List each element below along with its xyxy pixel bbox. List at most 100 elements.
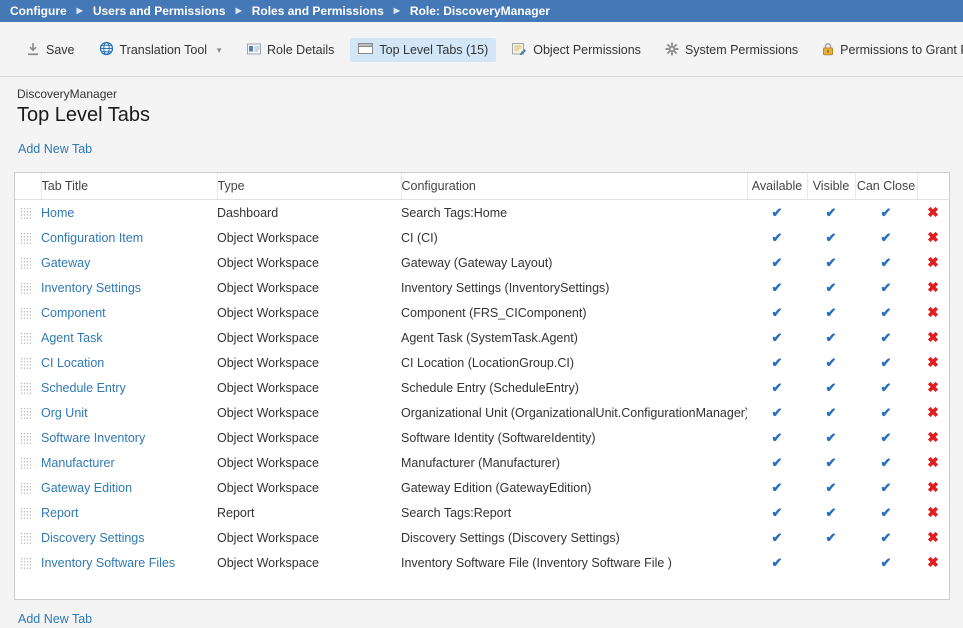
tab-title-link[interactable]: Report — [41, 506, 79, 520]
delete-icon[interactable]: ✖ — [927, 204, 939, 220]
can-close-check-icon[interactable]: ✔ — [881, 330, 892, 345]
can-close-check-icon[interactable]: ✔ — [881, 405, 892, 420]
can-close-check-icon[interactable]: ✔ — [881, 430, 892, 445]
drag-handle-icon[interactable] — [20, 532, 31, 545]
drag-handle-icon[interactable] — [20, 457, 31, 470]
save-button[interactable]: Save — [18, 37, 83, 64]
tab-title-link[interactable]: Home — [41, 206, 74, 220]
drag-handle-icon[interactable] — [20, 282, 31, 295]
drag-handle-icon[interactable] — [20, 482, 31, 495]
visible-check-icon[interactable]: ✔ — [826, 380, 837, 395]
visible-check-icon[interactable]: ✔ — [826, 355, 837, 370]
tab-permissions-to-grant-roles[interactable]: Permissions to Grant Roles — [814, 37, 963, 64]
can-close-check-icon[interactable]: ✔ — [881, 530, 892, 545]
can-close-check-icon[interactable]: ✔ — [881, 255, 892, 270]
visible-check-icon[interactable]: ✔ — [826, 530, 837, 545]
drag-handle-icon[interactable] — [20, 207, 31, 220]
can-close-check-icon[interactable]: ✔ — [881, 305, 892, 320]
tab-title-link[interactable]: CI Location — [41, 356, 104, 370]
delete-icon[interactable]: ✖ — [927, 229, 939, 245]
can-close-check-icon[interactable]: ✔ — [881, 505, 892, 520]
visible-check-icon[interactable]: ✔ — [826, 505, 837, 520]
visible-check-icon[interactable]: ✔ — [826, 205, 837, 220]
drag-handle-icon[interactable] — [20, 357, 31, 370]
can-close-check-icon[interactable]: ✔ — [881, 280, 892, 295]
visible-check-icon[interactable]: ✔ — [826, 480, 837, 495]
delete-icon[interactable]: ✖ — [927, 479, 939, 495]
delete-icon[interactable]: ✖ — [927, 554, 939, 570]
available-check-icon[interactable]: ✔ — [772, 530, 783, 545]
available-check-icon[interactable]: ✔ — [772, 280, 783, 295]
delete-icon[interactable]: ✖ — [927, 529, 939, 545]
add-new-tab-link-top[interactable]: Add New Tab — [18, 142, 92, 156]
tab-title-link[interactable]: Inventory Settings — [41, 281, 141, 295]
can-close-check-icon[interactable]: ✔ — [881, 380, 892, 395]
available-check-icon[interactable]: ✔ — [772, 330, 783, 345]
can-close-check-icon[interactable]: ✔ — [881, 480, 892, 495]
tab-title-link[interactable]: Manufacturer — [41, 456, 115, 470]
drag-handle-icon[interactable] — [20, 407, 31, 420]
can-close-check-icon[interactable]: ✔ — [881, 205, 892, 220]
visible-check-icon[interactable]: ✔ — [826, 305, 837, 320]
delete-icon[interactable]: ✖ — [927, 379, 939, 395]
visible-check-icon[interactable]: ✔ — [826, 280, 837, 295]
delete-icon[interactable]: ✖ — [927, 254, 939, 270]
can-close-check-icon[interactable]: ✔ — [881, 555, 892, 570]
available-check-icon[interactable]: ✔ — [772, 355, 783, 370]
tab-title-link[interactable]: Component — [41, 306, 106, 320]
tab-title-link[interactable]: Agent Task — [41, 331, 103, 345]
breadcrumb-item-configure[interactable]: Configure — [10, 4, 67, 18]
available-check-icon[interactable]: ✔ — [772, 255, 783, 270]
tab-title-link[interactable]: Gateway — [41, 256, 90, 270]
delete-icon[interactable]: ✖ — [927, 454, 939, 470]
translation-tool-dropdown[interactable]: Translation Tool ▼ — [91, 36, 231, 64]
breadcrumb-item-users-and-permissions[interactable]: Users and Permissions — [93, 4, 226, 18]
visible-check-icon[interactable]: ✔ — [826, 405, 837, 420]
delete-icon[interactable]: ✖ — [927, 504, 939, 520]
tab-title-link[interactable]: Discovery Settings — [41, 531, 145, 545]
tab-title-link[interactable]: Inventory Software Files — [41, 556, 175, 570]
tab-object-permissions[interactable]: Object Permissions — [504, 37, 649, 63]
available-check-icon[interactable]: ✔ — [772, 205, 783, 220]
tab-title-link[interactable]: Schedule Entry — [41, 381, 126, 395]
delete-icon[interactable]: ✖ — [927, 354, 939, 370]
available-check-icon[interactable]: ✔ — [772, 305, 783, 320]
available-check-icon[interactable]: ✔ — [772, 430, 783, 445]
available-check-icon[interactable]: ✔ — [772, 405, 783, 420]
can-close-check-icon[interactable]: ✔ — [881, 455, 892, 470]
delete-icon[interactable]: ✖ — [927, 279, 939, 295]
visible-check-icon[interactable]: ✔ — [826, 430, 837, 445]
drag-handle-icon[interactable] — [20, 257, 31, 270]
add-new-tab-link-bottom[interactable]: Add New Tab — [18, 612, 92, 626]
tab-role-details[interactable]: Role Details — [239, 38, 342, 63]
drag-handle-icon[interactable] — [20, 382, 31, 395]
can-close-check-icon[interactable]: ✔ — [881, 355, 892, 370]
visible-check-icon[interactable]: ✔ — [826, 230, 837, 245]
delete-icon[interactable]: ✖ — [927, 329, 939, 345]
delete-icon[interactable]: ✖ — [927, 429, 939, 445]
available-check-icon[interactable]: ✔ — [772, 455, 783, 470]
drag-handle-icon[interactable] — [20, 332, 31, 345]
available-check-icon[interactable]: ✔ — [772, 380, 783, 395]
delete-icon[interactable]: ✖ — [927, 304, 939, 320]
tab-title-link[interactable]: Configuration Item — [41, 231, 143, 245]
tab-system-permissions[interactable]: System Permissions — [657, 37, 806, 64]
drag-handle-icon[interactable] — [20, 507, 31, 520]
visible-check-icon[interactable]: ✔ — [826, 330, 837, 345]
drag-handle-icon[interactable] — [20, 307, 31, 320]
breadcrumb-item-roles-and-permissions[interactable]: Roles and Permissions — [252, 4, 384, 18]
drag-handle-icon[interactable] — [20, 232, 31, 245]
tab-title-link[interactable]: Software Inventory — [41, 431, 145, 445]
can-close-check-icon[interactable]: ✔ — [881, 230, 892, 245]
tab-title-link[interactable]: Org Unit — [41, 406, 88, 420]
available-check-icon[interactable]: ✔ — [772, 555, 783, 570]
delete-icon[interactable]: ✖ — [927, 404, 939, 420]
drag-handle-icon[interactable] — [20, 432, 31, 445]
available-check-icon[interactable]: ✔ — [772, 480, 783, 495]
tab-title-link[interactable]: Gateway Edition — [41, 481, 132, 495]
drag-handle-icon[interactable] — [20, 557, 31, 570]
available-check-icon[interactable]: ✔ — [772, 230, 783, 245]
available-check-icon[interactable]: ✔ — [772, 505, 783, 520]
visible-check-icon[interactable]: ✔ — [826, 455, 837, 470]
tab-top-level-tabs[interactable]: Top Level Tabs (15) — [350, 38, 496, 62]
